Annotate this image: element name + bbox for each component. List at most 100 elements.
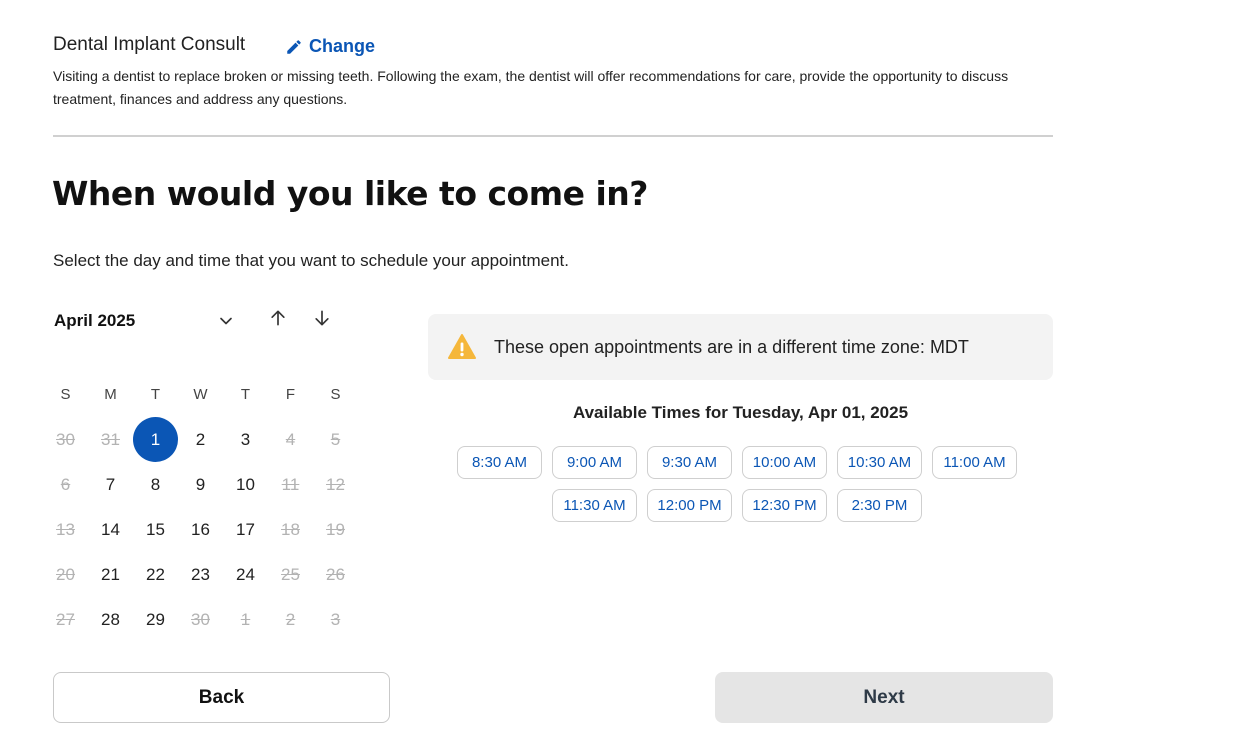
pencil-icon: [285, 38, 303, 56]
time-slot-button[interactable]: 8:30 AM: [457, 446, 542, 479]
calendar-cell: 22: [133, 552, 178, 597]
calendar-day: 3: [330, 609, 341, 629]
calendar-cell: 20: [43, 552, 88, 597]
calendar-day[interactable]: 9: [178, 462, 223, 507]
calendar-cell: 11: [268, 462, 313, 507]
calendar-cell: 14: [88, 507, 133, 552]
calendar-day: 25: [281, 564, 300, 584]
calendar-cell: 2: [268, 597, 313, 642]
next-month-button[interactable]: [308, 304, 336, 332]
calendar-cell: 4: [268, 417, 313, 462]
calendar-cell: 30: [43, 417, 88, 462]
calendar-cell: 9: [178, 462, 223, 507]
month-dropdown-button[interactable]: [212, 307, 240, 335]
timezone-notice: These open appointments are in a differe…: [428, 314, 1053, 380]
calendar-day[interactable]: 8: [133, 462, 178, 507]
calendar-day: 30: [56, 429, 75, 449]
calendar-cell: 26: [313, 552, 358, 597]
calendar-day[interactable]: 10: [223, 462, 268, 507]
page-subheading: Select the day and time that you want to…: [53, 251, 569, 270]
calendar-cell: 24: [223, 552, 268, 597]
weekday-header: T: [150, 386, 161, 403]
weekday-header: M: [104, 386, 117, 403]
calendar-day-selected[interactable]: 1: [133, 417, 178, 462]
calendar-day[interactable]: 23: [178, 552, 223, 597]
calendar-day[interactable]: 3: [223, 417, 268, 462]
weekday-header: T: [240, 386, 251, 403]
chevron-down-icon: [216, 311, 236, 331]
time-slot-button[interactable]: 12:00 PM: [647, 489, 732, 522]
time-slot-button[interactable]: 2:30 PM: [837, 489, 922, 522]
calendar-day: 31: [101, 429, 120, 449]
calendar-day: 27: [56, 609, 75, 629]
calendar-cell: 28: [88, 597, 133, 642]
calendar-cell: 31: [88, 417, 133, 462]
calendar-cell: 19: [313, 507, 358, 552]
calendar-cell: 7: [88, 462, 133, 507]
next-button[interactable]: Next: [715, 672, 1053, 723]
calendar-cell: 13: [43, 507, 88, 552]
time-slot-button[interactable]: 11:30 AM: [552, 489, 637, 522]
calendar-cell: 5: [313, 417, 358, 462]
calendar-month-label: April 2025: [54, 311, 136, 330]
calendar-cell: 29: [133, 597, 178, 642]
previous-month-button[interactable]: [264, 304, 292, 332]
time-slot-button[interactable]: 10:30 AM: [837, 446, 922, 479]
calendar-day: 6: [60, 474, 71, 494]
time-slot-button[interactable]: 12:30 PM: [742, 489, 827, 522]
calendar-day: 18: [281, 519, 300, 539]
calendar-day: 4: [285, 429, 296, 449]
calendar-day: 26: [326, 564, 345, 584]
arrow-up-icon: [268, 308, 288, 328]
weekday-header: F: [285, 386, 296, 403]
calendar-cell: 27: [43, 597, 88, 642]
calendar-cell: 1: [133, 417, 178, 462]
calendar-cell: 1: [223, 597, 268, 642]
calendar-day[interactable]: 16: [178, 507, 223, 552]
calendar-day[interactable]: 15: [133, 507, 178, 552]
calendar-day[interactable]: 17: [223, 507, 268, 552]
change-service-link[interactable]: Change: [285, 36, 375, 57]
warning-icon: [447, 332, 477, 362]
calendar-day: 5: [330, 429, 341, 449]
calendar-day[interactable]: 29: [133, 597, 178, 642]
calendar-day[interactable]: 14: [88, 507, 133, 552]
change-link-label: Change: [309, 36, 376, 56]
calendar-cell: 15: [133, 507, 178, 552]
calendar-day[interactable]: 28: [88, 597, 133, 642]
calendar-day[interactable]: 2: [178, 417, 223, 462]
calendar-day[interactable]: 21: [88, 552, 133, 597]
calendar-day: 12: [326, 474, 345, 494]
timezone-notice-text: These open appointments are in a differe…: [494, 336, 969, 357]
section-divider: [53, 135, 1053, 137]
available-times-title: Available Times for Tuesday, Apr 01, 202…: [572, 403, 909, 422]
calendar-day: 19: [326, 519, 345, 539]
calendar-day[interactable]: 22: [133, 552, 178, 597]
weekday-header: W: [193, 386, 208, 403]
time-slot-list: 8:30 AM 9:00 AM 9:30 AM 10:00 AM 10:30 AM 11:…: [447, 446, 1027, 522]
calendar-day: 13: [56, 519, 75, 539]
calendar-day[interactable]: 7: [88, 462, 133, 507]
calendar-day: 30: [191, 609, 210, 629]
calendar-cell: 3: [223, 417, 268, 462]
calendar-day: 20: [56, 564, 75, 584]
calendar-cell: 30: [178, 597, 223, 642]
calendar-day: 11: [281, 474, 300, 494]
time-slot-button[interactable]: 9:30 AM: [647, 446, 732, 479]
calendar-day[interactable]: 24: [223, 552, 268, 597]
time-slot-button[interactable]: 10:00 AM: [742, 446, 827, 479]
back-button[interactable]: Back: [53, 672, 390, 723]
time-slot-button[interactable]: 11:00 AM: [932, 446, 1017, 479]
time-slot-button[interactable]: 9:00 AM: [552, 446, 637, 479]
calendar-cell: 18: [268, 507, 313, 552]
calendar-cell: 8: [133, 462, 178, 507]
calendar-cell: 25: [268, 552, 313, 597]
calendar-cell: 12: [313, 462, 358, 507]
calendar-cell: 6: [43, 462, 88, 507]
calendar-grid: S M T W T F S 30 31 1 2 3 4 5 6 7 8 9 10 11 12 13 14 15 16 17 18 19…: [43, 372, 358, 642]
calendar-day: 1: [240, 609, 251, 629]
calendar-cell: 10: [223, 462, 268, 507]
calendar-cell: 21: [88, 552, 133, 597]
service-description: Visiting a dentist to replace broken or …: [53, 68, 1009, 107]
calendar-cell: 17: [223, 507, 268, 552]
